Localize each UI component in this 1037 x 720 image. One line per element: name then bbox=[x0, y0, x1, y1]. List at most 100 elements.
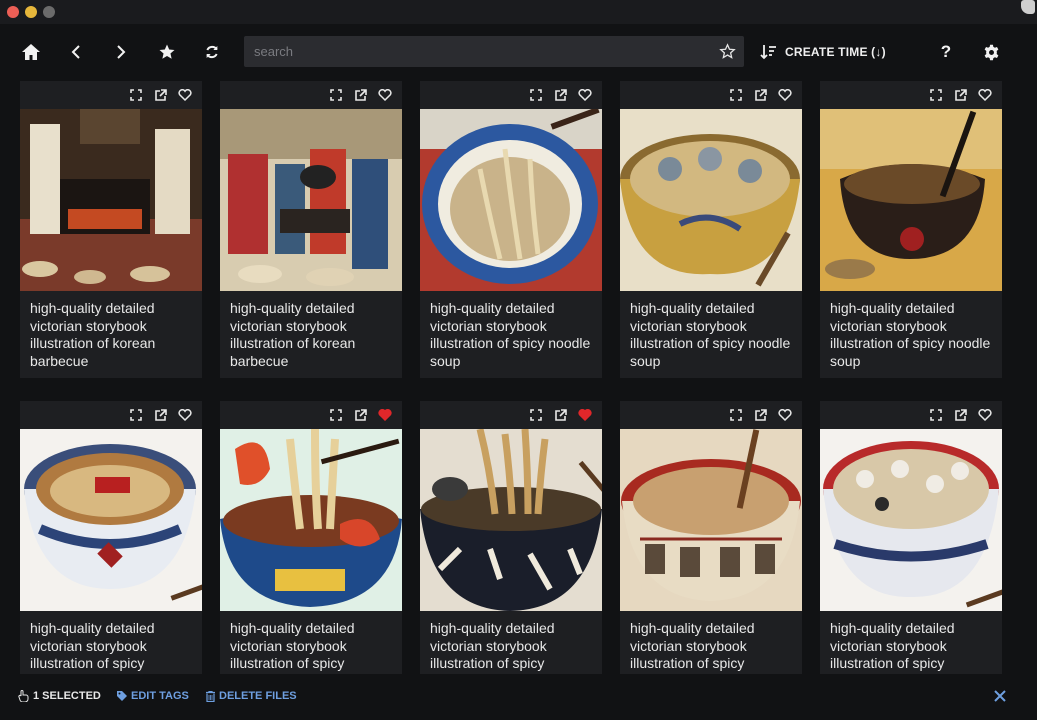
open-external-button[interactable] bbox=[152, 87, 168, 103]
card-actions bbox=[20, 81, 202, 109]
thumbnail-image[interactable] bbox=[820, 109, 1002, 291]
heart-filled-icon bbox=[578, 409, 592, 421]
thumbnail-image[interactable] bbox=[20, 429, 202, 611]
favorite-button[interactable] bbox=[777, 407, 793, 423]
image-card[interactable]: high-quality detailed victorian storyboo… bbox=[420, 401, 602, 674]
sort-button[interactable]: CREATE TIME (↓) bbox=[760, 38, 886, 66]
edit-tags-button[interactable]: EDIT TAGS bbox=[117, 690, 189, 702]
expand-button[interactable] bbox=[528, 87, 544, 103]
thumbnail-illustration bbox=[20, 109, 202, 291]
zoom-window-button[interactable] bbox=[43, 6, 55, 18]
heart-icon bbox=[578, 89, 592, 101]
selection-bar: 1 SELECTED EDIT TAGS DELETE FILES bbox=[0, 674, 1037, 720]
favorite-button[interactable] bbox=[577, 407, 593, 423]
pointer-hand-icon bbox=[18, 690, 29, 702]
thumbnail-image[interactable] bbox=[620, 429, 802, 611]
expand-icon bbox=[930, 409, 942, 421]
image-card[interactable]: high-quality detailed victorian storyboo… bbox=[220, 401, 402, 674]
back-icon bbox=[71, 45, 80, 59]
image-card[interactable]: high-quality detailed victorian storyboo… bbox=[620, 401, 802, 674]
help-button[interactable]: ? bbox=[934, 38, 958, 66]
minimize-window-button[interactable] bbox=[25, 6, 37, 18]
open-external-icon bbox=[754, 408, 767, 421]
thumbnail-image[interactable] bbox=[420, 429, 602, 611]
open-external-icon bbox=[954, 408, 967, 421]
open-external-button[interactable] bbox=[752, 407, 768, 423]
search-bar bbox=[244, 36, 744, 67]
favorite-button[interactable] bbox=[977, 407, 993, 423]
settings-button[interactable] bbox=[977, 38, 1005, 66]
image-card[interactable]: high-quality detailed victorian storyboo… bbox=[820, 81, 1002, 378]
card-actions bbox=[620, 401, 802, 429]
favorite-button[interactable] bbox=[377, 407, 393, 423]
card-actions bbox=[420, 401, 602, 429]
thumbnail-image[interactable] bbox=[620, 109, 802, 291]
card-actions bbox=[220, 401, 402, 429]
expand-button[interactable] bbox=[928, 407, 944, 423]
forward-icon bbox=[117, 45, 126, 59]
image-card[interactable]: high-quality detailed victorian storyboo… bbox=[820, 401, 1002, 674]
image-card[interactable]: high-quality detailed victorian storyboo… bbox=[620, 81, 802, 378]
favorite-button[interactable] bbox=[777, 87, 793, 103]
card-actions bbox=[620, 81, 802, 109]
favorite-button[interactable] bbox=[377, 87, 393, 103]
forward-button[interactable] bbox=[107, 38, 135, 66]
expand-icon bbox=[130, 89, 142, 101]
expand-button[interactable] bbox=[328, 87, 344, 103]
favorite-button[interactable] bbox=[177, 87, 193, 103]
heart-icon bbox=[178, 89, 192, 101]
card-caption: high-quality detailed victorian storyboo… bbox=[230, 300, 356, 369]
home-button[interactable] bbox=[17, 38, 45, 66]
heart-icon bbox=[978, 89, 992, 101]
favorite-button[interactable] bbox=[177, 407, 193, 423]
open-external-button[interactable] bbox=[752, 87, 768, 103]
open-external-button[interactable] bbox=[152, 407, 168, 423]
card-actions bbox=[420, 81, 602, 109]
refresh-button[interactable] bbox=[198, 38, 226, 66]
thumbnail-illustration bbox=[20, 429, 202, 611]
expand-button[interactable] bbox=[128, 407, 144, 423]
open-external-button[interactable] bbox=[352, 87, 368, 103]
back-button[interactable] bbox=[62, 38, 90, 66]
expand-icon bbox=[730, 409, 742, 421]
open-external-button[interactable] bbox=[952, 87, 968, 103]
edit-tags-label: EDIT TAGS bbox=[131, 690, 189, 702]
thumbnail-image[interactable] bbox=[220, 109, 402, 291]
favorite-button[interactable] bbox=[977, 87, 993, 103]
image-card[interactable]: high-quality detailed victorian storyboo… bbox=[20, 401, 202, 674]
favorites-button[interactable] bbox=[153, 38, 181, 66]
thumbnail-illustration bbox=[820, 109, 1002, 291]
close-window-button[interactable] bbox=[7, 6, 19, 18]
selected-count-label: 1 SELECTED bbox=[33, 690, 101, 702]
expand-button[interactable] bbox=[528, 407, 544, 423]
expand-button[interactable] bbox=[928, 87, 944, 103]
open-external-button[interactable] bbox=[552, 407, 568, 423]
expand-icon bbox=[530, 409, 542, 421]
clear-selection-icon[interactable] bbox=[993, 689, 1007, 703]
image-card[interactable]: high-quality detailed victorian storyboo… bbox=[420, 81, 602, 378]
expand-icon bbox=[730, 89, 742, 101]
thumbnail-image[interactable] bbox=[420, 109, 602, 291]
image-card[interactable]: high-quality detailed victorian storyboo… bbox=[20, 81, 202, 378]
expand-button[interactable] bbox=[328, 407, 344, 423]
thumbnail-image[interactable] bbox=[20, 109, 202, 291]
expand-button[interactable] bbox=[128, 87, 144, 103]
thumbnail-illustration bbox=[620, 429, 802, 611]
save-search-star-icon[interactable] bbox=[719, 43, 736, 60]
expand-button[interactable] bbox=[728, 87, 744, 103]
card-caption: high-quality detailed victorian storyboo… bbox=[430, 300, 591, 369]
delete-files-button[interactable]: DELETE FILES bbox=[206, 690, 297, 702]
sort-label: CREATE TIME (↓) bbox=[785, 45, 886, 59]
open-external-button[interactable] bbox=[952, 407, 968, 423]
open-external-button[interactable] bbox=[352, 407, 368, 423]
thumbnail-image[interactable] bbox=[220, 429, 402, 611]
open-external-button[interactable] bbox=[552, 87, 568, 103]
search-input[interactable] bbox=[244, 36, 714, 67]
expand-button[interactable] bbox=[728, 407, 744, 423]
expand-icon bbox=[330, 409, 342, 421]
favorite-button[interactable] bbox=[577, 87, 593, 103]
image-card[interactable]: high-quality detailed victorian storyboo… bbox=[220, 81, 402, 378]
thumbnail-image[interactable] bbox=[820, 429, 1002, 611]
thumbnail-illustration bbox=[220, 429, 402, 611]
app-corner-icon bbox=[1021, 0, 1035, 14]
